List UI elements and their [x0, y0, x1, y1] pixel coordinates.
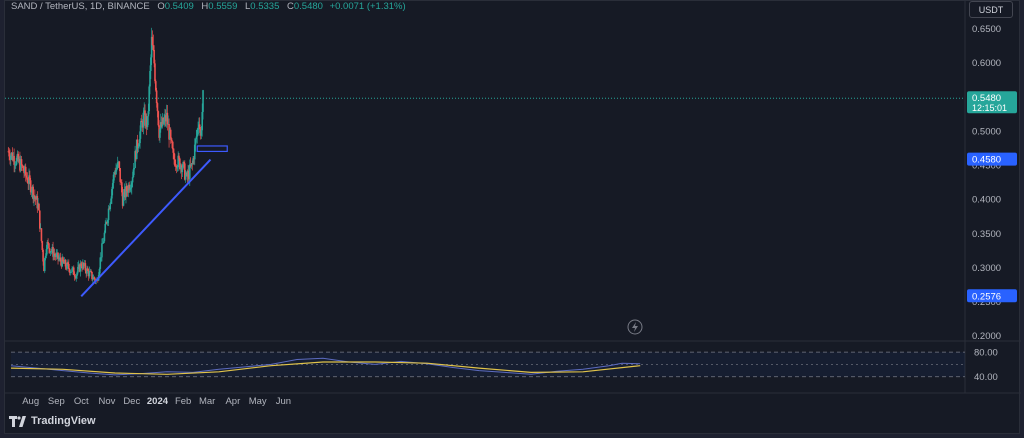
candle-body: [156, 103, 159, 112]
price-label-value: 0.2576: [972, 291, 1001, 302]
candles: [7, 27, 204, 285]
candle-body: [118, 161, 121, 169]
candle-body: [42, 249, 44, 262]
brand-name: TradingView: [31, 415, 96, 427]
price-tick-label: 0.6500: [972, 24, 1001, 35]
low-value: 0.5335: [250, 1, 280, 12]
time-tick-label: Feb: [175, 396, 191, 407]
lightning-icon-bolt: [632, 322, 638, 332]
high-value: 0.5559: [208, 1, 238, 12]
candle-body: [140, 120, 142, 132]
close-value: 0.5480: [293, 1, 323, 12]
candle-body: [169, 129, 172, 139]
price-tick-label: 0.3500: [972, 229, 1001, 240]
price-label-countdown: 12:15:01: [972, 103, 1007, 113]
time-tick-label: Apr: [225, 396, 240, 407]
candle-body: [137, 146, 140, 149]
time-tick-label: Sep: [48, 396, 65, 407]
highlight-box: [196, 145, 228, 153]
time-tick-label: Nov: [98, 396, 115, 407]
candle-body: [48, 243, 50, 249]
time-tick-label: Aug: [22, 396, 39, 407]
candle-body: [103, 232, 106, 242]
price-label-value: 0.4580: [972, 155, 1001, 166]
time-tick-label: Jun: [276, 396, 291, 407]
close-label: C: [287, 1, 294, 12]
time-tick-label: Oct: [74, 396, 89, 407]
open-value: 0.5409: [164, 1, 194, 12]
candle-body: [109, 203, 112, 210]
open-label: O: [157, 1, 165, 12]
price-tick-label: 0.6000: [972, 58, 1001, 69]
symbol-title[interactable]: SAND / TetherUS, 1D, BINANCE: [11, 1, 150, 12]
candle-body: [133, 168, 136, 170]
price-tick-label: 0.5000: [972, 126, 1001, 137]
candle-body: [104, 223, 107, 233]
rsi-level-label: 80.00: [974, 348, 998, 359]
time-tick-label: Mar: [199, 396, 215, 407]
tradingview-logo[interactable]: TradingView: [9, 415, 96, 427]
candle-body: [88, 271, 91, 277]
lightning-icon: [627, 319, 643, 335]
candle-body: [101, 243, 103, 258]
rsi-level-label: 40.00: [974, 372, 998, 383]
change-value: +0.0071 (+1.31%): [329, 1, 406, 12]
candle-body: [40, 228, 43, 242]
candle-body: [38, 203, 40, 211]
price-tick-label: 0.2000: [972, 331, 1001, 342]
candle-body: [142, 112, 145, 128]
price-tick-label: 0.3000: [972, 263, 1001, 274]
chart-frame: 0.65000.60000.55000.50000.45000.40000.35…: [4, 0, 1021, 435]
time-tick-label: May: [249, 396, 267, 407]
time-tick-label: 2024: [147, 396, 169, 407]
candlestick-chart[interactable]: 0.65000.60000.55000.50000.45000.40000.35…: [5, 1, 1021, 435]
candle-body: [202, 90, 204, 112]
candle-body: [154, 63, 156, 82]
ohlc-header: SAND / TetherUS, 1D, BINANCE O0.5409 H0.…: [11, 1, 406, 12]
currency-button[interactable]: USDT: [969, 1, 1013, 18]
candle-body: [131, 177, 134, 183]
candle-body: [107, 208, 110, 221]
tradingview-icon: [9, 415, 26, 427]
candle: [40, 228, 43, 243]
candle: [38, 202, 40, 211]
time-tick-label: Dec: [123, 396, 140, 407]
candle-body: [155, 90, 158, 104]
trendline: [80, 158, 212, 297]
price-tick-label: 0.4000: [972, 195, 1001, 206]
